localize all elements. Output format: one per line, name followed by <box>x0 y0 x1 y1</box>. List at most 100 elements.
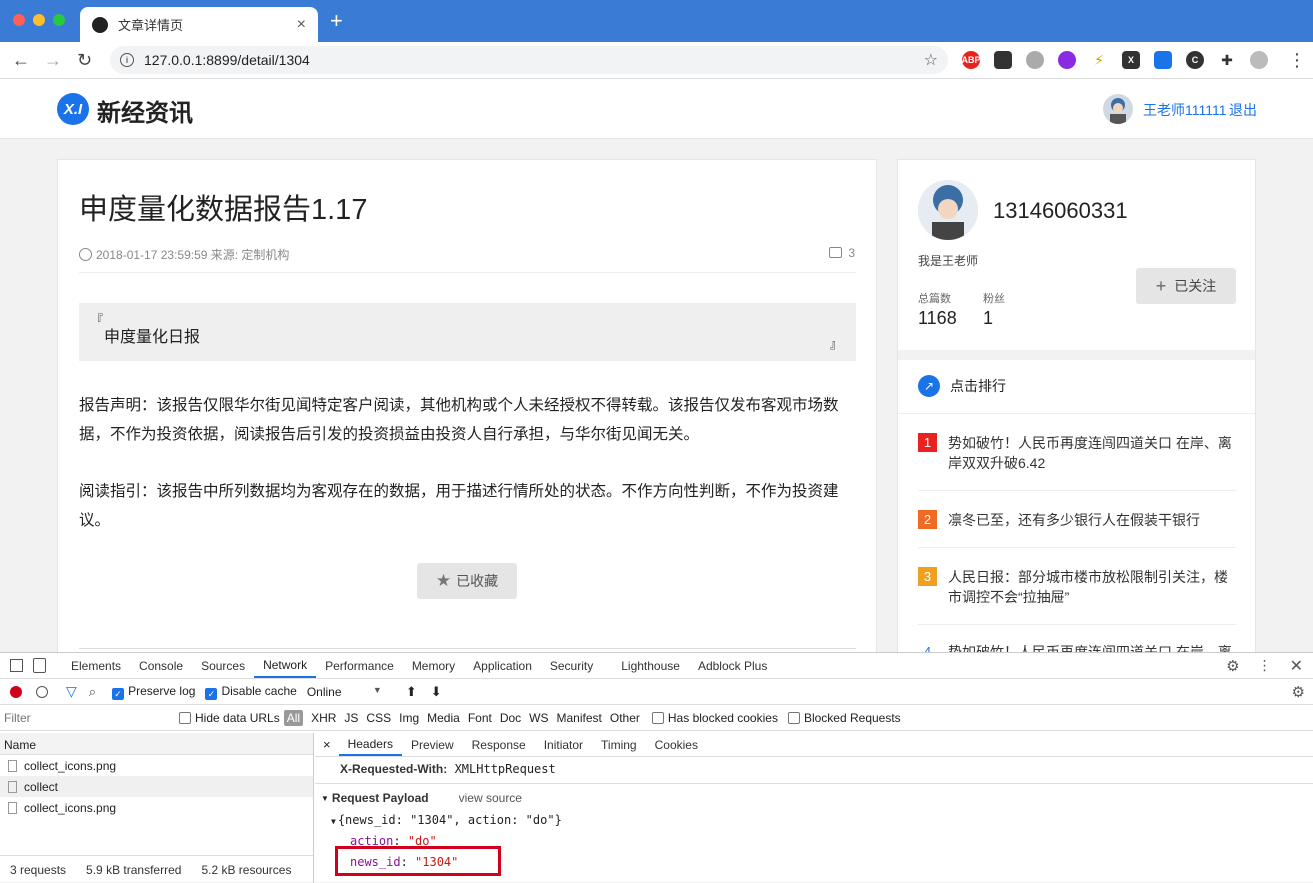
logo-icon[interactable]: X.I <box>57 93 89 125</box>
fans-value: 1 <box>983 308 994 328</box>
type-doc[interactable]: Doc <box>500 711 521 725</box>
tab-network[interactable]: Network <box>254 653 317 678</box>
hide-data-urls-checkbox[interactable]: Hide data URLs <box>179 711 280 725</box>
preserve-log-checkbox[interactable]: ✓ Preserve log <box>112 684 195 700</box>
device-toolbar-icon[interactable] <box>33 658 46 673</box>
type-font[interactable]: Font <box>468 711 492 725</box>
article-panel: 申度量化数据报告1.17 2018-01-17 23:59:59 来源: 定制机… <box>57 159 877 654</box>
table-row[interactable]: collect_icons.png <box>0 755 313 776</box>
logo-text[interactable]: 新经资讯 <box>97 93 193 128</box>
type-xhr[interactable]: XHR <box>311 711 336 725</box>
adblock-plus-icon[interactable]: ABP <box>962 51 981 69</box>
payload-object[interactable]: ▼ {news_id: "1304", action: "do"} <box>331 813 562 827</box>
translate-icon[interactable] <box>1154 51 1172 69</box>
rank-item[interactable]: 2 凛冬已至，还有多少银行人在假装干银行 <box>918 510 1236 530</box>
x-ext-icon[interactable]: X <box>1122 51 1140 69</box>
user-name-link[interactable]: 王老师111111 <box>1143 100 1227 120</box>
tab-console[interactable]: Console <box>130 653 192 678</box>
record-icon[interactable] <box>10 685 22 698</box>
author-avatar[interactable] <box>918 180 978 240</box>
back-button[interactable]: ← <box>12 50 30 70</box>
close-detail-icon[interactable]: × <box>323 737 331 752</box>
tab-elements[interactable]: Elements <box>62 653 130 678</box>
menu-kebab-icon[interactable]: ⋮ <box>1288 50 1306 70</box>
type-all[interactable]: All <box>283 709 304 726</box>
disable-cache-checkbox[interactable]: ✓ Disable cache <box>205 684 297 700</box>
avatar[interactable] <box>1103 94 1133 124</box>
comment-count[interactable]: 3 <box>829 246 855 260</box>
tab-headers[interactable]: Headers <box>338 733 402 756</box>
new-tab-button[interactable]: + <box>330 10 343 32</box>
more-options-icon[interactable]: ⋮ <box>1258 657 1272 674</box>
type-css[interactable]: CSS <box>366 711 391 725</box>
bookmark-star-icon[interactable]: ☆ <box>924 50 938 70</box>
tab-performance[interactable]: Performance <box>316 653 403 678</box>
name-column-header[interactable]: Name <box>0 733 313 755</box>
file-icon <box>8 801 17 814</box>
search-icon[interactable]: ⌕ <box>89 684 96 700</box>
table-row[interactable]: collect_icons.png <box>0 797 313 818</box>
forward-button[interactable]: → <box>44 50 62 70</box>
logout-link[interactable]: 退出 <box>1229 100 1257 120</box>
tab-response[interactable]: Response <box>463 733 535 756</box>
ranking-header: ↗ 点击排行 <box>918 375 1006 397</box>
tab-memory[interactable]: Memory <box>403 653 464 678</box>
tab-security[interactable]: Security <box>541 653 602 678</box>
network-settings-icon[interactable]: ⚙ <box>1292 683 1305 701</box>
tab-application[interactable]: Application <box>464 653 541 678</box>
tab-initiator[interactable]: Initiator <box>535 733 592 756</box>
throttle-select[interactable]: Online ▼ <box>307 685 382 699</box>
resources-size: 5.2 kB resources <box>201 862 292 877</box>
table-row[interactable]: collect <box>0 776 313 797</box>
divider <box>898 413 1255 414</box>
has-blocked-cookies-checkbox[interactable]: Has blocked cookies <box>651 711 778 725</box>
type-media[interactable]: Media <box>427 711 460 725</box>
clear-icon[interactable] <box>36 685 48 698</box>
file-icon <box>8 759 17 772</box>
profile-icon[interactable] <box>1250 51 1268 69</box>
info-icon[interactable]: i <box>120 53 134 67</box>
close-devtools-icon[interactable]: ✕ <box>1290 656 1303 676</box>
tab-lighthouse[interactable]: Lighthouse <box>612 653 689 678</box>
export-har-icon[interactable]: ⬇ <box>431 684 442 700</box>
inspect-icon[interactable] <box>10 659 23 672</box>
article-meta: 2018-01-17 23:59:59 来源: 定制机构 <box>79 246 289 263</box>
type-ws[interactable]: WS <box>529 711 548 725</box>
import-har-icon[interactable]: ⬆ <box>406 684 417 700</box>
tab-preview[interactable]: Preview <box>402 733 463 756</box>
follow-button[interactable]: + 已关注 <box>1136 268 1236 304</box>
tab-cookies[interactable]: Cookies <box>646 733 707 756</box>
globe-ext-icon[interactable] <box>1026 51 1044 69</box>
type-manifest[interactable]: Manifest <box>557 711 602 725</box>
view-source-link[interactable]: view source <box>459 791 522 805</box>
collect-button[interactable]: ★ 已收藏 <box>417 563 517 599</box>
type-img[interactable]: Img <box>399 711 419 725</box>
type-js[interactable]: JS <box>344 711 358 725</box>
settings-gear-icon[interactable]: ⚙ <box>1226 657 1239 675</box>
type-other[interactable]: Other <box>610 711 640 725</box>
lightning-icon[interactable]: ⚡ <box>1090 51 1108 69</box>
tab-sources[interactable]: Sources <box>192 653 254 678</box>
rank-item[interactable]: 1 势如破竹！人民币再度连闯四道关口 在岸、离岸双双升破6.42 <box>918 433 1236 473</box>
browser-tab[interactable]: 文章详情页 × <box>80 7 318 42</box>
rank-item[interactable]: 3 人民日报：部分城市楼市放松限制引关注，楼市调控不会“拉抽屉” <box>918 567 1236 607</box>
c-ext-icon[interactable]: C <box>1186 51 1204 69</box>
minimize-window-button[interactable] <box>33 14 45 26</box>
filter-icon[interactable]: ▽ <box>66 683 77 700</box>
filter-input[interactable] <box>4 708 167 727</box>
blocked-requests-checkbox[interactable]: Blocked Requests <box>787 711 901 725</box>
tab-timing[interactable]: Timing <box>592 733 646 756</box>
ext-purple-icon[interactable] <box>1058 51 1076 69</box>
rank-title[interactable]: 势如破竹！人民币再度连闯四道关口 在岸、离岸双双升破6.42 <box>948 433 1236 473</box>
address-bar[interactable]: i 127.0.0.1:8899/detail/1304 ☆ <box>110 46 948 74</box>
rank-title[interactable]: 人民日报：部分城市楼市放松限制引关注，楼市调控不会“拉抽屉” <box>948 567 1236 607</box>
tab-adblock-plus[interactable]: Adblock Plus <box>689 653 776 678</box>
reload-button[interactable]: ↻ <box>77 50 92 70</box>
puzzle-icon[interactable]: ✚ <box>1218 51 1236 69</box>
qr-code-icon[interactable] <box>994 51 1012 69</box>
close-tab-icon[interactable]: × <box>297 16 306 34</box>
maximize-window-button[interactable] <box>53 14 65 26</box>
rank-title[interactable]: 凛冬已至，还有多少银行人在假装干银行 <box>948 510 1200 530</box>
close-window-button[interactable] <box>13 14 25 26</box>
payload-section-header[interactable]: ▼ Request Payload view source <box>321 791 522 805</box>
